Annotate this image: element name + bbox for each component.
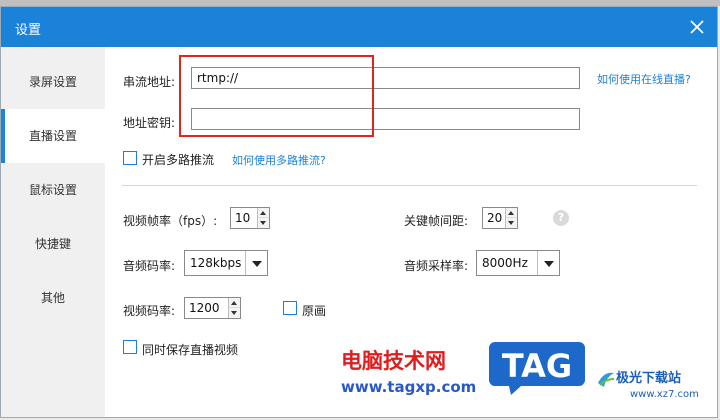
audio-bitrate-value: 128kbps	[190, 256, 242, 270]
video-bitrate-label: 视频码率:	[123, 304, 176, 318]
save-live-video-label[interactable]: 同时保存直播视频	[142, 341, 238, 358]
keyframe-interval-value: 20	[487, 211, 503, 225]
section-divider	[122, 185, 697, 186]
audio-samplerate-label: 音频采样率:	[404, 259, 469, 273]
live-help-link[interactable]: 如何使用在线直播?	[597, 71, 691, 87]
tag-logo-icon: TAG	[489, 342, 585, 395]
chevron-down-icon	[537, 251, 559, 275]
sidebar-item-other[interactable]: 其他	[1, 271, 105, 325]
keyframe-help-icon[interactable]: ?	[553, 210, 569, 226]
fps-value: 10	[235, 211, 251, 225]
original-quality-label[interactable]: 原画	[302, 302, 326, 319]
multi-stream-checkbox[interactable]	[123, 151, 137, 165]
fps-label: 视频帧率（fps）:	[123, 214, 218, 228]
multi-stream-label[interactable]: 开启多路推流	[142, 151, 214, 168]
video-bitrate-value: 1200	[189, 301, 220, 315]
audio-samplerate-value: 8000Hz	[482, 256, 528, 270]
video-bitrate-spinbox[interactable]: 1200	[184, 297, 241, 319]
xz-site-name: 极光下载站	[616, 371, 682, 386]
xz-site-watermark: 极光下载站 www.xz7.com	[594, 365, 718, 409]
tag-logo-text: TAG	[502, 347, 572, 385]
sidebar-item-record-settings[interactable]: 录屏设置	[1, 55, 105, 109]
stream-url-label: 串流地址:	[123, 75, 176, 89]
keyframe-decrement-button[interactable]	[506, 218, 517, 228]
video-bitrate-spin-arrows	[228, 298, 240, 318]
keyframe-increment-button[interactable]	[506, 208, 517, 218]
sidebar-item-shortcuts[interactable]: 快捷键	[1, 217, 105, 271]
audio-bitrate-select[interactable]: 128kbps	[184, 250, 268, 276]
close-button[interactable]	[685, 15, 709, 39]
fps-decrement-button[interactable]	[258, 218, 269, 228]
aurora-logo-icon	[598, 372, 615, 387]
stream-key-label: 地址密钥:	[123, 116, 176, 130]
audio-bitrate-label: 音频码率:	[123, 259, 176, 273]
fps-increment-button[interactable]	[258, 208, 269, 218]
sidebar-item-mouse-settings[interactable]: 鼠标设置	[1, 163, 105, 217]
settings-sidebar: 录屏设置 直播设置 鼠标设置 快捷键 其他	[1, 47, 105, 417]
multi-stream-help-link[interactable]: 如何使用多路推流?	[232, 152, 326, 168]
keyframe-interval-spinbox[interactable]: 20	[482, 207, 518, 229]
video-bitrate-decrement-button[interactable]	[229, 308, 240, 318]
window-title: 设置	[15, 23, 42, 38]
fps-spin-arrows	[257, 208, 269, 228]
highlight-annotation-box	[179, 55, 374, 137]
watermark-site-url: www.tagxp.com	[341, 378, 477, 396]
sidebar-item-live-settings[interactable]: 直播设置	[1, 109, 105, 163]
keyframe-interval-label: 关键帧间距:	[404, 214, 469, 228]
watermark-site-text: 电脑技术网	[341, 349, 446, 373]
audio-samplerate-select[interactable]: 8000Hz	[476, 250, 560, 276]
title-bar[interactable]: 设置	[1, 7, 717, 47]
video-bitrate-increment-button[interactable]	[229, 298, 240, 308]
chevron-down-icon	[245, 251, 267, 275]
save-live-video-checkbox[interactable]	[123, 340, 137, 354]
close-icon	[690, 20, 704, 34]
fps-spinbox[interactable]: 10	[230, 207, 270, 229]
keyframe-spin-arrows	[505, 208, 517, 228]
original-quality-checkbox[interactable]	[283, 301, 297, 315]
xz-site-url: www.xz7.com	[630, 389, 699, 400]
